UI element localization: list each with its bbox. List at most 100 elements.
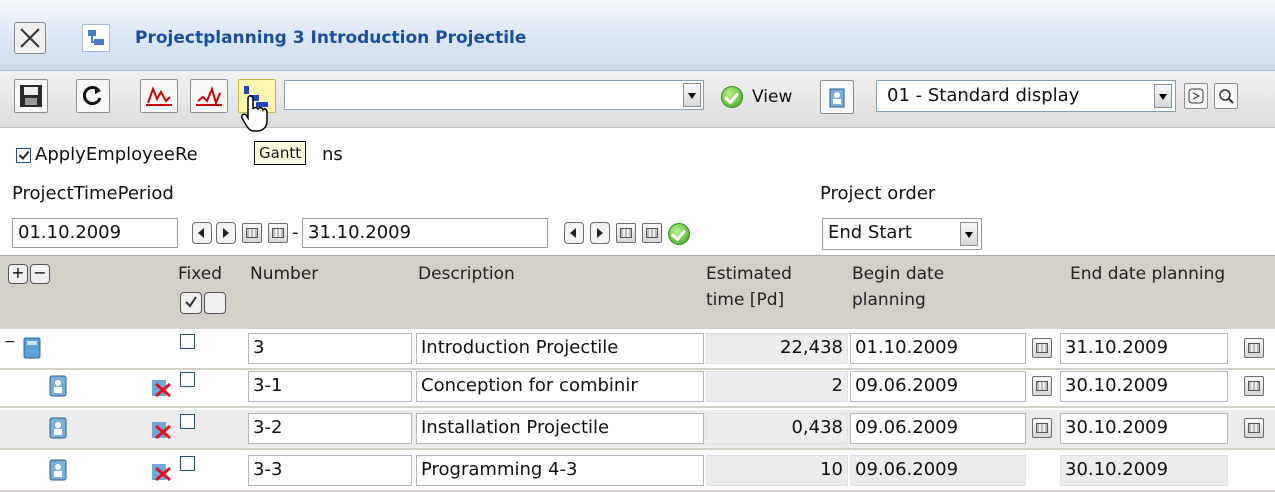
cell-description[interactable]: Installation Projectile: [416, 413, 704, 444]
chart-red2-icon: [196, 85, 222, 107]
order-combo[interactable]: End Start: [822, 218, 982, 250]
cell-description[interactable]: Programming 4-3: [416, 455, 704, 486]
apply-ok-icon[interactable]: [721, 86, 743, 108]
header-number: Number: [250, 264, 319, 284]
tooltip: Gantt: [254, 141, 307, 165]
period-to-next-button[interactable]: [590, 222, 610, 244]
delete-icon[interactable]: [150, 418, 172, 440]
employee-icon: [49, 375, 67, 397]
edit-icon: [1188, 88, 1204, 104]
table-row[interactable]: 3-2 Installation Projectile 0,438 09.06.…: [0, 410, 1275, 450]
header-end: End date planning: [1070, 264, 1226, 284]
view-combo[interactable]: 01 - Standard display: [876, 80, 1176, 112]
search-icon: [1219, 89, 1234, 104]
table-row[interactable]: 3-1 Conception for combinir 2 09.06.2009…: [0, 368, 1275, 408]
cell-number[interactable]: 3-1: [248, 371, 412, 402]
period-ok-icon[interactable]: [668, 223, 690, 245]
employee-icon: [49, 417, 67, 439]
view-combo-value: 01 - Standard display: [887, 85, 1080, 106]
check-icon: [185, 296, 197, 308]
period-to-prev-button[interactable]: [564, 222, 584, 244]
refresh-button[interactable]: [76, 79, 110, 113]
cell-end: 30.10.2009: [1060, 455, 1228, 486]
calendar-icon[interactable]: [1032, 418, 1052, 438]
window-title: Projectplanning 3 Introduction Projectil…: [135, 28, 527, 48]
period-from-field[interactable]: 01.10.2009: [12, 218, 178, 248]
calendar-icon[interactable]: [1244, 418, 1264, 438]
view-edit-button[interactable]: [1184, 83, 1208, 109]
cell-estimated: 10: [706, 455, 848, 486]
header-begin-line1: Begin date: [852, 264, 945, 284]
cell-end[interactable]: 30.10.2009: [1060, 413, 1228, 444]
calendar-icon[interactable]: [1244, 376, 1264, 396]
table-row[interactable]: 3-3 Programming 4-3 10 09.06.2009 30.10.…: [0, 452, 1275, 492]
order-combo-arrow[interactable]: [960, 222, 978, 246]
header-description: Description: [418, 264, 515, 284]
cell-number[interactable]: 3-2: [248, 413, 412, 444]
calendar-icon[interactable]: [268, 223, 288, 243]
view-search-button[interactable]: [1214, 83, 1238, 109]
calendar-icon[interactable]: [1032, 376, 1052, 396]
calendar-icon[interactable]: [1032, 338, 1052, 358]
header-estimated-line1: Estimated: [706, 264, 792, 284]
delete-icon[interactable]: [150, 376, 172, 398]
cell-estimated: 0,438: [706, 413, 848, 444]
fixed-check-all-button[interactable]: [180, 292, 202, 314]
title-bar: Projectplanning 3 Introduction Projectil…: [0, 0, 1275, 71]
collapse-all-button[interactable]: −: [30, 264, 50, 284]
table-row[interactable]: − 3 Introduction Projectile 22,438 01.10…: [0, 330, 1275, 370]
cell-end[interactable]: 30.10.2009: [1060, 371, 1228, 402]
cell-description[interactable]: Conception for combinir: [416, 371, 704, 402]
period-label: ProjectTimePeriod: [12, 183, 174, 204]
employee-icon: [829, 88, 845, 108]
collapse-toggle[interactable]: −: [4, 334, 16, 350]
close-button[interactable]: [14, 22, 46, 54]
period-from-prev-button[interactable]: [192, 222, 212, 244]
view-label: View: [752, 87, 793, 107]
apply-employee-checkbox[interactable]: [16, 148, 31, 163]
cell-begin: 09.06.2009: [850, 455, 1026, 486]
delete-icon[interactable]: [150, 460, 172, 482]
calendar-icon[interactable]: [616, 223, 636, 243]
fixed-checkbox[interactable]: [180, 372, 195, 387]
window-icon: [82, 24, 110, 52]
view-button[interactable]: [820, 80, 854, 114]
main-combo[interactable]: [284, 80, 704, 110]
header-begin-line2: planning: [852, 290, 926, 310]
cell-number[interactable]: 3-3: [248, 455, 412, 486]
fixed-checkbox[interactable]: [180, 456, 195, 471]
save-button[interactable]: [14, 79, 48, 113]
cell-begin[interactable]: 09.06.2009: [850, 371, 1026, 402]
refresh-icon: [82, 86, 102, 105]
toolbar: View 01 - Standard display: [0, 71, 1275, 128]
apply-employee-label-right: ns: [322, 144, 343, 165]
employee-icon: [49, 459, 67, 481]
chart-red-icon: [146, 86, 172, 106]
calendar-icon[interactable]: [242, 223, 262, 243]
cell-description[interactable]: Introduction Projectile: [416, 333, 704, 364]
fixed-checkbox[interactable]: [180, 334, 195, 349]
period-from-next-button[interactable]: [216, 222, 236, 244]
chart-red2-button[interactable]: [190, 79, 228, 113]
chart-red-button[interactable]: [140, 79, 178, 113]
view-combo-arrow[interactable]: [1154, 84, 1172, 108]
period-separator: -: [292, 222, 299, 243]
header-estimated-line2: time [Pd]: [706, 290, 785, 310]
calendar-icon[interactable]: [642, 223, 662, 243]
apply-employee-label-left: ApplyEmployeeRe: [35, 144, 198, 165]
cell-end[interactable]: 31.10.2009: [1060, 333, 1228, 364]
expand-all-button[interactable]: +: [8, 264, 28, 284]
hand-cursor-icon: [241, 95, 268, 132]
fixed-checkbox[interactable]: [180, 414, 195, 429]
period-to-field[interactable]: 31.10.2009: [302, 218, 548, 248]
fixed-uncheck-all-button[interactable]: [204, 292, 226, 314]
cell-number[interactable]: 3: [248, 333, 412, 364]
order-combo-value: End Start: [828, 222, 912, 243]
save-icon: [20, 85, 42, 107]
main-combo-arrow[interactable]: [683, 83, 701, 107]
calendar-icon[interactable]: [1244, 338, 1264, 358]
project-icon: [23, 337, 41, 359]
close-icon: [20, 28, 40, 48]
cell-begin[interactable]: 09.06.2009: [850, 413, 1026, 444]
cell-begin[interactable]: 01.10.2009: [850, 333, 1026, 364]
